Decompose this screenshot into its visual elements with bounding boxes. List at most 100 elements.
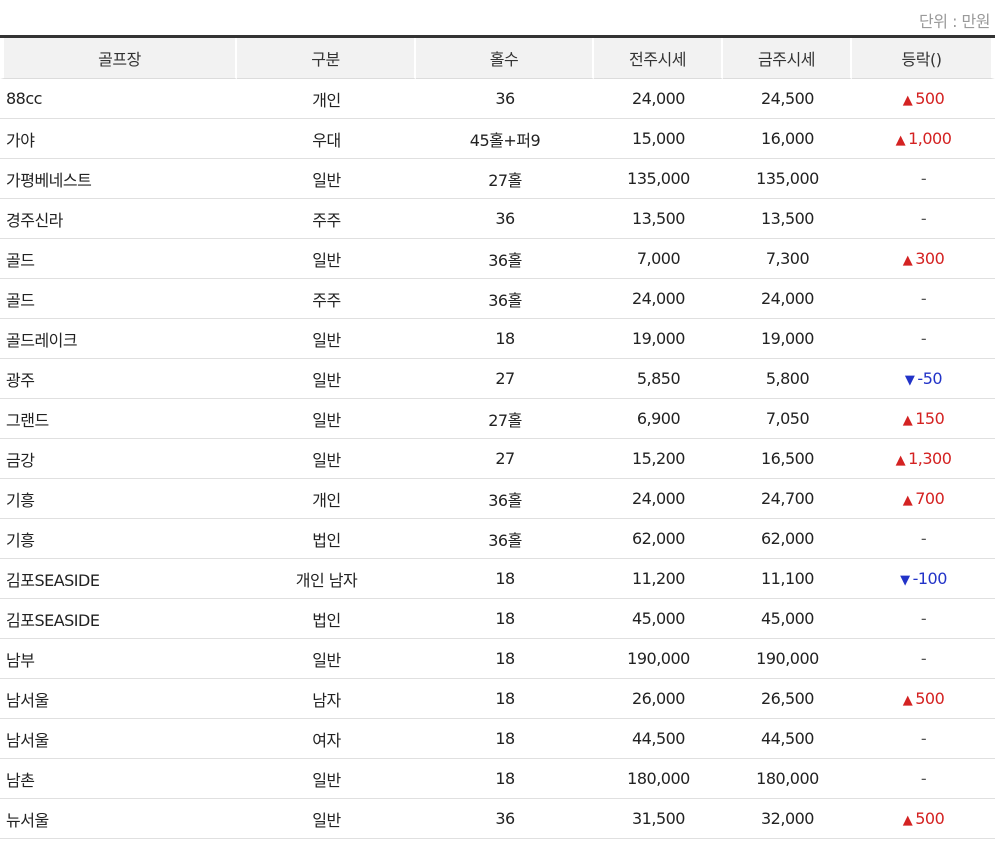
- type-cell: 여자: [237, 719, 416, 759]
- prev-price-cell: 5,850: [594, 359, 723, 399]
- type-cell: 일반: [237, 799, 416, 839]
- table-row: 골드 주주 36홀 24,000 24,000-: [0, 279, 995, 319]
- course-cell: 김포SEASIDE: [0, 559, 237, 599]
- prev-price-cell: 19,000: [594, 319, 723, 359]
- change-cell: ▲ 1,000: [852, 119, 995, 159]
- change-value: 150: [915, 409, 945, 428]
- arrow-up-icon: ▲: [902, 93, 913, 108]
- prev-price-cell: 15,000: [594, 119, 723, 159]
- change-value: 300: [915, 249, 945, 268]
- change-value: -: [920, 209, 927, 228]
- header-row: 골프장 구분 홀수 전주시세 금주시세 등락(): [0, 38, 995, 79]
- prev-price-cell: 24,000: [594, 79, 723, 119]
- change-value: -100: [912, 569, 948, 588]
- holes-cell: 36홀: [416, 479, 594, 519]
- type-cell: 법인: [237, 599, 416, 639]
- change-value: -50: [917, 369, 943, 388]
- change-cell: ▲ 500: [852, 79, 995, 119]
- arrow-up-icon: ▲: [895, 133, 906, 148]
- table-row: 가평베네스트 일반 27홀 135,000 135,000-: [0, 159, 995, 199]
- header-prev-price: 전주시세: [594, 38, 723, 79]
- course-cell: 88cc: [0, 79, 237, 119]
- type-cell: 주주: [237, 279, 416, 319]
- table-header: 골프장 구분 홀수 전주시세 금주시세 등락(): [0, 38, 995, 79]
- change-cell: -: [852, 639, 995, 679]
- prev-price-cell: 15,200: [594, 439, 723, 479]
- table-row: 광주 일반 27 5,850 5,800 ▼ -50: [0, 359, 995, 399]
- prev-price-cell: 24,000: [594, 279, 723, 319]
- table-row: 김포SEASIDE 법인 18 45,000 45,000-: [0, 599, 995, 639]
- type-cell: 개인: [237, 79, 416, 119]
- table-row: 남부 일반 18 190,000 190,000-: [0, 639, 995, 679]
- curr-price-cell: 32,000: [723, 799, 852, 839]
- course-cell: 기흥: [0, 479, 237, 519]
- header-change: 등락(): [852, 38, 995, 79]
- change-cell: ▼ -100: [852, 559, 995, 599]
- change-value: 500: [915, 809, 945, 828]
- curr-price-cell: 13,500: [723, 199, 852, 239]
- prev-price-cell: 31,500: [594, 799, 723, 839]
- course-cell: 그랜드: [0, 399, 237, 439]
- unit-label: 단위 : 만원: [919, 12, 990, 31]
- course-cell: 가야: [0, 119, 237, 159]
- change-cell: -: [852, 199, 995, 239]
- holes-cell: 18: [416, 719, 594, 759]
- holes-cell: 18: [416, 559, 594, 599]
- change-cell: -: [852, 519, 995, 559]
- holes-cell: 36홀: [416, 519, 594, 559]
- table-row: 김포SEASIDE 개인 남자 18 11,200 11,100 ▼ -100: [0, 559, 995, 599]
- type-cell: 일반: [237, 639, 416, 679]
- change-cell: ▲ 500: [852, 799, 995, 839]
- curr-price-cell: 7,300: [723, 239, 852, 279]
- type-cell: 일반: [237, 399, 416, 439]
- type-cell: 우대: [237, 119, 416, 159]
- curr-price-cell: 16,000: [723, 119, 852, 159]
- change-cell: ▲ 500: [852, 679, 995, 719]
- arrow-up-icon: ▲: [902, 813, 913, 828]
- arrow-down-icon: ▼: [904, 373, 915, 388]
- change-cell: ▼ -50: [852, 359, 995, 399]
- curr-price-cell: 62,000: [723, 519, 852, 559]
- arrow-up-icon: ▲: [895, 453, 906, 468]
- curr-price-cell: 190,000: [723, 639, 852, 679]
- change-value: -: [920, 529, 927, 548]
- table-body: 88cc 개인 36 24,000 24,500 ▲ 500 가야 우대 45홀+퍼9 15,000…: [0, 79, 995, 839]
- change-cell: -: [852, 159, 995, 199]
- course-cell: 뉴서울: [0, 799, 237, 839]
- curr-price-cell: 24,000: [723, 279, 852, 319]
- curr-price-cell: 135,000: [723, 159, 852, 199]
- curr-price-cell: 5,800: [723, 359, 852, 399]
- change-cell: -: [852, 319, 995, 359]
- holes-cell: 18: [416, 639, 594, 679]
- table-row: 가야 우대 45홀+퍼9 15,000 16,000 ▲ 1,000: [0, 119, 995, 159]
- course-cell: 골드: [0, 239, 237, 279]
- change-value: 500: [915, 689, 945, 708]
- table-row: 금강 일반 27 15,200 16,500 ▲ 1,300: [0, 439, 995, 479]
- arrow-down-icon: ▼: [900, 573, 910, 588]
- change-cell: ▲ 150: [852, 399, 995, 439]
- header-course: 골프장: [0, 38, 237, 79]
- change-cell: -: [852, 279, 995, 319]
- curr-price-cell: 24,500: [723, 79, 852, 119]
- change-value: 500: [915, 89, 945, 108]
- prev-price-cell: 26,000: [594, 679, 723, 719]
- holes-cell: 18: [416, 759, 594, 799]
- course-cell: 남서울: [0, 679, 237, 719]
- course-cell: 경주신라: [0, 199, 237, 239]
- type-cell: 일반: [237, 439, 416, 479]
- holes-cell: 27홀: [416, 399, 594, 439]
- table-row: 경주신라 주주 36 13,500 13,500-: [0, 199, 995, 239]
- table-row: 그랜드 일반 27홀 6,900 7,050 ▲ 150: [0, 399, 995, 439]
- price-table-container: 골프장 구분 홀수 전주시세 금주시세 등락() 88cc 개인 36 24,000 2…: [0, 35, 995, 839]
- type-cell: 법인: [237, 519, 416, 559]
- curr-price-cell: 45,000: [723, 599, 852, 639]
- prev-price-cell: 62,000: [594, 519, 723, 559]
- arrow-up-icon: ▲: [902, 693, 913, 708]
- prev-price-cell: 11,200: [594, 559, 723, 599]
- prev-price-cell: 190,000: [594, 639, 723, 679]
- holes-cell: 36: [416, 199, 594, 239]
- curr-price-cell: 180,000: [723, 759, 852, 799]
- change-value: -: [920, 329, 927, 348]
- course-cell: 가평베네스트: [0, 159, 237, 199]
- course-cell: 남서울: [0, 719, 237, 759]
